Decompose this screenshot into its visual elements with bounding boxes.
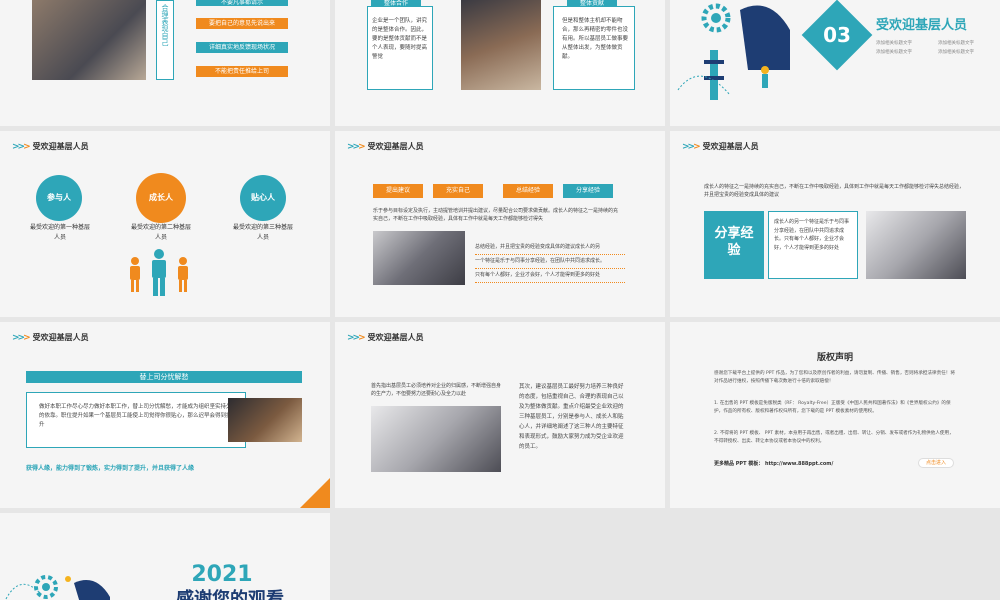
right-line-1: 总结经验，并且把宝贵的经验变成具体的建议成长人的另 [475,241,625,255]
slide-header-title: 受欢迎基层人员 [367,142,424,151]
slide-10-thumbnail[interactable]: 2021 感谢您的观看 [0,513,330,600]
tag-enrich: 充实自己 [433,184,483,198]
banner: 替上司分忧解愁 [26,371,302,383]
caption-grower: 最受欢迎的第二种基层人员 [131,224,192,241]
top-text: 首先指出基层员工必须培养对企业的归属感，不断增强自身的生产力，不但要努力还要耐心… [371,383,502,397]
corner-triangle [300,478,330,508]
slide-header: >>> 受欢迎基层人员 [12,141,89,152]
circle-participant: 参与人 [36,175,82,221]
copyright-para-3: 2. 不得将的 PPT 模板、 PPT 素材，本身用于再出售，或者出租、出借、转… [714,431,954,444]
laptop-photo [866,211,966,279]
year: 2021 [191,562,253,587]
item-tag-1: 不要凡事都请示 [196,0,288,6]
meeting-photo [373,231,465,285]
intro-text: 成长人的特征之一是持续的充实自己，不断在工作中吸取经验，具体到工作中就是每天工作… [704,184,965,198]
slide-header: >>> 受欢迎基层人员 [347,332,424,343]
slide-header: >>> 受欢迎基层人员 [682,141,759,152]
copyright-title: 版权声明 [816,353,853,363]
tag-share: 分享经验 [563,184,613,198]
slide-grid: 合理表现自己 不要凡事都请示 要把自己的意见先说出来 详细真实地反馈现场状况 不… [0,0,1000,600]
desk-photo [371,406,501,472]
slide-header: >>> 受欢迎基层人员 [12,332,89,343]
handshake-photo [32,0,146,80]
slide-7-thumbnail[interactable]: >>> 受欢迎基层人员 替上司分忧解愁 做好本职工作尽心尽力做好本职工作，替上司… [0,322,330,508]
caption-caring: 最受欢迎的第三种基层人员 [233,224,294,241]
gears-illustration [5,575,110,600]
share-label: 分享经验 [704,211,764,279]
right-text-box: 但是和整体主机却不能吻合，那么再精密的零件也没有用。所以基层员工做事要从整体出发… [553,6,635,90]
bullet-1: 添加相关标题文字 [876,41,912,46]
teamwork-photo [461,0,541,90]
chevron-icon: >>> [12,332,30,343]
right-line-2: 一个特征是乐于与同事分享经验，在团队中共同追求成长。 [475,255,625,269]
body-paragraph: 乐于参与目标设定及执行，主动提管培训并提出建议，尽量配合公司要求做贡献。成长人的… [373,208,619,222]
vertical-label: 合理表现自己 [161,4,169,46]
thanks-title: 感谢您的观看 [176,589,284,600]
slide-header-title: 受欢迎基层人员 [32,142,89,151]
copyright-para-1: 感谢您下载平台上提供的 PPT 作品，为了您和以及原创作者的利益，请勿复制、传播… [714,371,955,384]
section-title: 受欢迎基层人员 [876,18,968,33]
slide-2-thumbnail[interactable]: 整体合作 企业是一个团队，讲究的是整体合作。因此，要的是整体贡献而不是个人表现，… [335,0,665,126]
right-line-3: 只有每个人都好，企业才会好，个人才能得到更多的好处 [475,269,625,283]
enter-button[interactable]: 点击进入 [918,458,954,468]
slide-1-thumbnail[interactable]: 合理表现自己 不要凡事都请示 要把自己的意见先说出来 详细真实地反馈现场状况 不… [0,0,330,126]
body-text: 做好本职工作尽心尽力做好本职工作，替上司分忧解愁，才能成为组织坚实持久的依靠。职… [39,404,232,428]
slide-header-title: 受欢迎基层人员 [32,333,89,342]
copyright-para-2: 1. 在出售的 PPT 模板是免版税类（RF： Royalty-Free）正版受… [714,401,951,414]
circle-caring: 贴心人 [240,175,286,221]
right-text: 但是和整体主机却不能吻合，那么再精密的零件也没有用。所以基层员工做事要从整体出发… [562,18,629,60]
item-tag-3: 详细真实地反馈现场状况 [196,42,288,53]
section-number: 03 [823,23,851,47]
hands-photo [228,398,302,442]
slide-9-thumbnail[interactable]: 版权声明 感谢您下载平台上提供的 PPT 作品，为了您和以及原创作者的利益，请勿… [670,322,1000,508]
right-lines: 总结经验，并且把宝贵的经验变成具体的建议成长人的另 一个特征是乐于与同事分享经验… [475,241,625,283]
people-icon [130,249,188,296]
item-tag-2: 要把自己的意见先说出来 [196,18,288,29]
chevron-icon: >>> [347,141,365,152]
empty-area [335,513,1000,600]
slide-3-thumbnail[interactable]: 03 受欢迎基层人员 添加相关标题文字 添加相关标题文字 添加相关标题文字 添加… [670,0,1000,126]
bullet-3: 添加相关标题文字 [876,50,912,55]
bullet-2: 添加相关标题文字 [938,41,974,46]
right-text: 其次，建议基层员工最好努力培养三种良好的态度，包括重视自己、合理的表现自己以及为… [519,384,624,450]
tag-suggest: 提出建议 [373,184,423,198]
footer-text: 获得人缘，能力得到了锻炼，实力得到了提升，并且获得了人缘 [26,465,195,472]
slide-header: >>> 受欢迎基层人员 [347,141,424,152]
vertical-label-box: 合理表现自己 [156,0,174,80]
tag-summarize: 总结经验 [503,184,553,198]
slide-5-thumbnail[interactable]: >>> 受欢迎基层人员 提出建议 充实自己 总结经验 分享经验 乐于参与目标设定… [335,131,665,317]
slide-8-thumbnail[interactable]: >>> 受欢迎基层人员 首先指出基层员工必须培养对企业的归属感，不断增强自身的生… [335,322,665,508]
circle-grower: 成长人 [136,173,186,223]
chevron-icon: >>> [682,141,700,152]
slide-6-thumbnail[interactable]: >>> 受欢迎基层人员 成长人的特征之一是持续的充实自己，不断在工作中吸取经验，… [670,131,1000,317]
gears-illustration [677,3,790,100]
body-box: 做好本职工作尽心尽力做好本职工作，替上司分忧解愁，才能成为组织坚实持久的依靠。职… [26,392,246,448]
chevron-icon: >>> [347,332,365,343]
item-tag-4: 不能把责任推给上司 [196,66,288,77]
slide-header-title: 受欢迎基层人员 [702,142,759,151]
bullet-4: 添加相关标题文字 [938,50,974,55]
chevron-icon: >>> [12,141,30,152]
left-text: 企业是一个团队，讲究的是整体合作。因此，要的是整体贡献而不是个人表现，要随时提高… [372,18,428,60]
more-templates-link[interactable]: 更多精品 PPT 模板： http://www.888ppt.com/ [714,460,833,467]
share-text: 成长人的另一个特征是乐于与同事分享经验，在团队中共同追求成长。只有每个人都好，企… [774,219,850,251]
left-text-box: 企业是一个团队，讲究的是整体合作。因此，要的是整体贡献而不是个人表现，要随时提高… [367,6,433,90]
slide-header-title: 受欢迎基层人员 [367,333,424,342]
slide-4-thumbnail[interactable]: >>> 受欢迎基层人员 参与人 成长人 贴心人 最受欢迎的第一种基层人员 最受欢… [0,131,330,317]
share-text-box: 成长人的另一个特征是乐于与同事分享经验，在团队中共同追求成长。只有每个人都好，企… [768,211,858,279]
section-bullets: 添加相关标题文字 添加相关标题文字 添加相关标题文字 添加相关标题文字 [876,40,996,55]
caption-participant: 最受欢迎的第一种基层人员 [30,224,91,241]
